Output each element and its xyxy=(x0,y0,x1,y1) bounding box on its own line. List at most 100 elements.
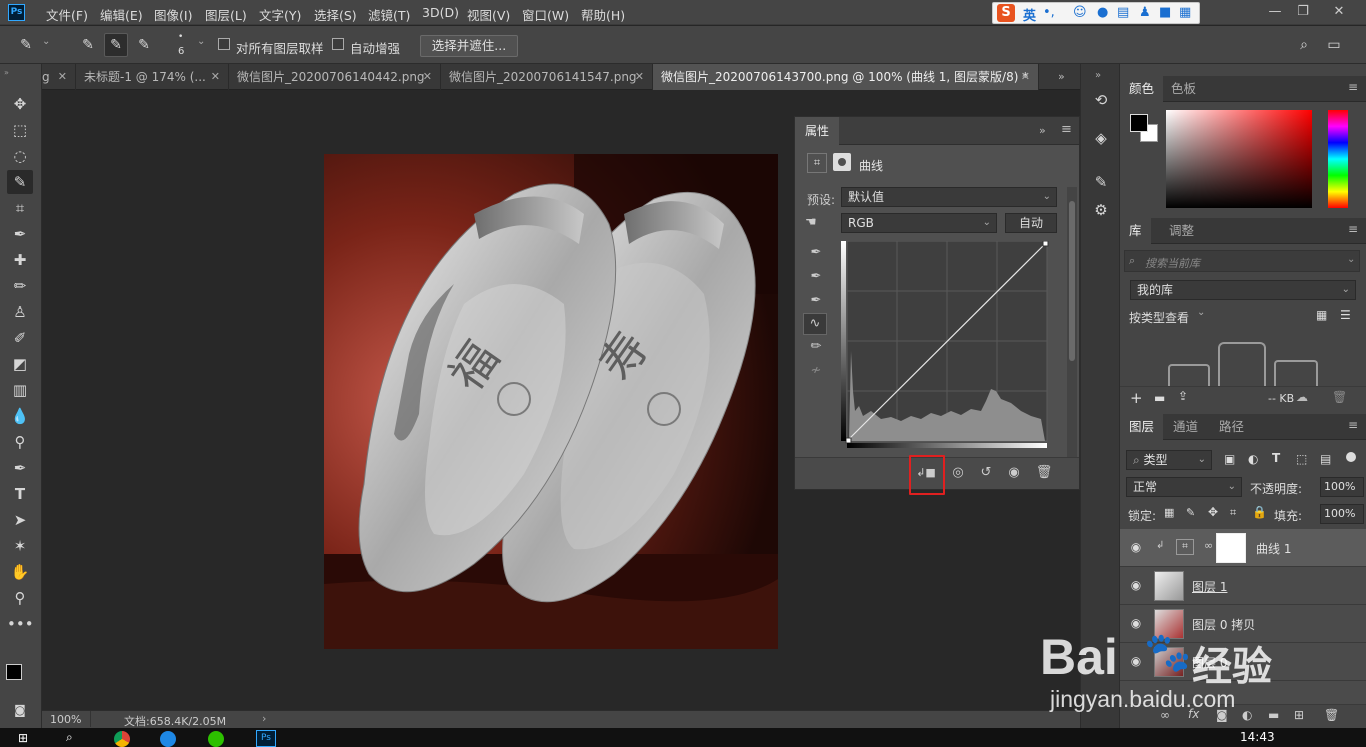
close-icon[interactable]: ✕ xyxy=(635,64,644,90)
layer-name[interactable]: 图层 1 xyxy=(1192,578,1227,595)
menu-type[interactable]: 文字(Y) xyxy=(259,5,301,24)
auto-button[interactable]: 自动 xyxy=(1005,213,1057,233)
grid-icon[interactable]: ▦ xyxy=(1179,5,1191,20)
auto-enhance-checkbox[interactable] xyxy=(332,38,344,50)
tab-adjustments[interactable]: 调整 xyxy=(1160,218,1203,244)
layer-mask-thumbnail[interactable] xyxy=(1216,533,1246,563)
path-selection-tool-icon[interactable]: ➤ xyxy=(7,508,33,532)
menu-view[interactable]: 视图(V) xyxy=(467,5,510,24)
ime-punctuation[interactable]: •, xyxy=(1043,5,1055,20)
browser-icon[interactable] xyxy=(160,731,176,747)
photoshop-taskbar-icon[interactable]: Ps xyxy=(256,730,276,747)
quick-selection-preset-icon[interactable]: ✎ xyxy=(14,33,38,57)
menu-layer[interactable]: 图层(L) xyxy=(205,5,247,24)
windows-start-icon[interactable]: ⊞ xyxy=(18,731,28,745)
blend-mode-dropdown[interactable]: 正常 ⌄ xyxy=(1126,477,1242,497)
chrome-icon[interactable] xyxy=(114,731,130,747)
menu-3d[interactable]: 3D(D) xyxy=(422,5,459,20)
filter-smart-object-icon[interactable]: ▤ xyxy=(1320,452,1331,466)
visibility-eye-icon[interactable]: ◉ xyxy=(1128,540,1144,556)
chevron-down-icon[interactable]: ⌄ xyxy=(42,36,50,47)
subtract-from-selection-icon[interactable]: ✎ xyxy=(132,33,156,57)
menu-window[interactable]: 窗口(W) xyxy=(522,5,569,24)
view-previous-state-icon[interactable]: ◎ xyxy=(947,463,969,483)
more-tabs-icon[interactable]: » xyxy=(1058,70,1065,83)
layer-row[interactable]: ◉ 图层 0 xyxy=(1120,643,1366,681)
type-tool-icon[interactable]: T xyxy=(7,482,33,506)
curve-points-icon[interactable]: ∿ xyxy=(803,313,827,335)
history-panel-icon[interactable]: ⟲ xyxy=(1088,88,1114,112)
marquee-tool-icon[interactable]: ⬚ xyxy=(7,118,33,142)
restore-icon[interactable]: ❐ xyxy=(1290,2,1316,22)
tab-document[interactable]: 微信图片_20200706141547.png ✕ xyxy=(441,64,653,90)
black-point-eyedropper-icon[interactable]: ✒ xyxy=(805,243,827,263)
zoom-tool-icon[interactable]: ⚲ xyxy=(7,586,33,610)
lock-position-icon[interactable]: ✥ xyxy=(1208,505,1218,519)
crop-tool-icon[interactable]: ⌗ xyxy=(7,196,33,220)
tab-properties[interactable]: 属性 xyxy=(795,117,839,145)
delete-icon[interactable]: 🗑 xyxy=(1332,390,1347,404)
move-tool-icon[interactable]: ✥ xyxy=(7,92,33,116)
visibility-eye-icon[interactable]: ◉ xyxy=(1128,578,1144,594)
grid-view-icon[interactable]: ▦ xyxy=(1316,308,1330,322)
reset-icon[interactable]: ↺ xyxy=(975,463,997,483)
zoom-level[interactable]: 100% xyxy=(50,713,81,726)
new-selection-icon[interactable]: ✎ xyxy=(76,33,100,57)
menu-image[interactable]: 图像(I) xyxy=(154,5,192,24)
close-icon[interactable]: ✕ xyxy=(1326,2,1352,22)
pencil-icon[interactable]: ✏ xyxy=(805,337,827,357)
upload-icon[interactable]: ⇪ xyxy=(1178,389,1188,403)
document-image[interactable]: 福 寿 xyxy=(324,154,778,649)
brush-tool-icon[interactable]: ✏ xyxy=(7,274,33,298)
3d-panel-icon[interactable]: ◈ xyxy=(1088,126,1114,150)
layer-row-selected[interactable]: ◉ ↲ ⌗ ∞ 曲线 1 xyxy=(1120,529,1366,567)
new-layer-icon[interactable]: ⊞ xyxy=(1294,708,1304,722)
visibility-eye-icon[interactable]: ◉ xyxy=(1128,616,1144,632)
filter-adjustment-icon[interactable]: ◐ xyxy=(1248,452,1258,466)
workspace-icon[interactable]: ▭ xyxy=(1322,33,1346,57)
dodge-tool-icon[interactable]: ⚲ xyxy=(7,430,33,454)
filter-shape-icon[interactable]: ⬚ xyxy=(1296,452,1307,466)
pen-tool-icon[interactable]: ✒ xyxy=(7,456,33,480)
fx-icon[interactable]: fx xyxy=(1188,707,1199,721)
panel-menu-icon[interactable]: ≡ xyxy=(1348,222,1358,236)
layer-name[interactable]: 图层 0 xyxy=(1192,654,1227,671)
close-icon[interactable]: ✕ xyxy=(423,64,432,90)
layer-name[interactable]: 图层 0 拷贝 xyxy=(1192,616,1255,633)
filter-toggle-icon[interactable] xyxy=(1346,452,1356,462)
panel-menu-icon[interactable]: ≡ xyxy=(1348,80,1358,94)
tab-document[interactable]: g ✕ xyxy=(42,64,76,90)
quick-mask-icon[interactable]: ◙ xyxy=(7,698,33,722)
panel-menu-icon[interactable]: ≡ xyxy=(1061,122,1072,137)
chevron-right-icon[interactable]: › xyxy=(262,712,266,725)
smiley-icon[interactable]: ☺ xyxy=(1073,5,1087,20)
shirt-icon[interactable]: ■ xyxy=(1159,5,1171,20)
delete-icon[interactable]: 🗑 xyxy=(1324,708,1339,722)
tab-swatches[interactable]: 色板 xyxy=(1162,76,1205,102)
search-icon[interactable]: ⌕ xyxy=(1292,33,1316,57)
foreground-color-swatch[interactable] xyxy=(6,664,22,680)
library-dropdown[interactable]: 我的库 ⌄ xyxy=(1130,280,1356,300)
tab-layers[interactable]: 图层 xyxy=(1120,414,1164,440)
filter-pixel-icon[interactable]: ▣ xyxy=(1224,452,1235,466)
brush-panel-icon[interactable]: ✎ xyxy=(1088,170,1114,194)
custom-shape-tool-icon[interactable]: ✶ xyxy=(7,534,33,558)
add-mask-icon[interactable]: ◙ xyxy=(1216,708,1228,722)
tab-document[interactable]: 未标题-1 @ 174% (... ✕ xyxy=(76,64,229,90)
minimize-icon[interactable]: — xyxy=(1262,2,1288,22)
lock-pixels-icon[interactable]: ✎ xyxy=(1186,506,1195,519)
layer-name[interactable]: 曲线 1 xyxy=(1256,540,1291,557)
eyedropper-tool-icon[interactable]: ✒ xyxy=(7,222,33,246)
expand-icon[interactable]: » xyxy=(1095,70,1101,81)
curves-graph[interactable] xyxy=(841,240,1049,451)
add-to-selection-icon[interactable]: ✎ xyxy=(104,33,128,57)
brush-size-value[interactable]: 6 xyxy=(178,46,184,57)
hue-slider[interactable] xyxy=(1328,110,1348,208)
layer-row[interactable]: ◉ 图层 1 xyxy=(1120,567,1366,605)
opacity-input[interactable]: 100% xyxy=(1320,477,1364,497)
gradient-tool-icon[interactable]: ▥ xyxy=(7,378,33,402)
history-brush-tool-icon[interactable]: ✐ xyxy=(7,326,33,350)
microphone-icon[interactable]: ● xyxy=(1097,5,1108,20)
menu-filter[interactable]: 滤镜(T) xyxy=(368,5,410,24)
visibility-eye-icon[interactable]: ◉ xyxy=(1003,463,1025,483)
